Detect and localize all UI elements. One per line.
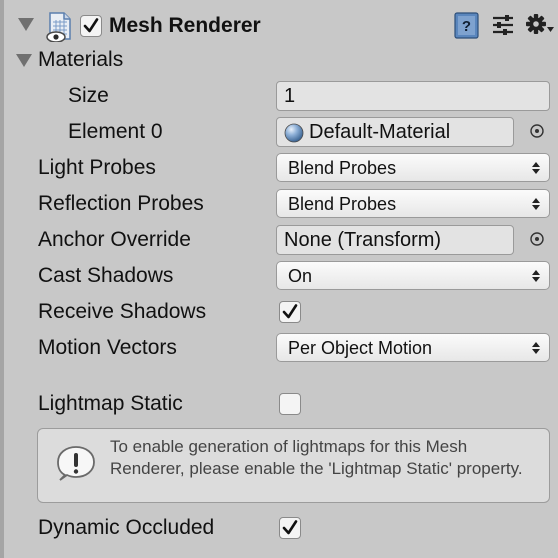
help-book-icon[interactable]: ? xyxy=(454,12,479,39)
svg-text:?: ? xyxy=(462,18,471,35)
light-probes-dropdown[interactable]: Blend Probes xyxy=(276,153,550,182)
element-0-label: Element 0 xyxy=(68,120,163,143)
light-probes-value: Blend Probes xyxy=(288,158,397,178)
anchor-override-label: Anchor Override xyxy=(38,228,191,251)
anchor-override-object-picker-icon[interactable] xyxy=(529,231,545,247)
anchor-override-object-field[interactable]: None (Transform) xyxy=(276,225,514,255)
lightmap-static-label: Lightmap Static xyxy=(38,392,183,415)
dynamic-occluded-label: Dynamic Occluded xyxy=(38,516,215,539)
reflection-probes-dropdown[interactable]: Blend Probes xyxy=(276,189,550,218)
cast-shadows-label: Cast Shadows xyxy=(38,264,174,287)
light-probes-label: Light Probes xyxy=(38,156,156,179)
element-0-object-field[interactable]: Default-Material xyxy=(276,117,514,147)
cast-shadows-value: On xyxy=(288,266,313,286)
lightmap-help-box: To enable generation of lightmaps for th… xyxy=(37,428,550,503)
element-0-value: Default-Material xyxy=(309,121,451,143)
lightmap-static-checkbox[interactable] xyxy=(279,393,301,415)
dropdown-arrows-icon xyxy=(532,162,540,174)
inspector-left-edge xyxy=(0,0,4,558)
materials-size-input[interactable]: 1 xyxy=(276,81,550,111)
component-foldout-triangle-icon[interactable] xyxy=(18,18,34,31)
cast-shadows-dropdown[interactable]: On xyxy=(276,261,550,290)
size-label: Size xyxy=(68,84,109,107)
dropdown-arrows-icon xyxy=(532,270,540,282)
mesh-renderer-icon xyxy=(44,10,74,43)
reflection-probes-value: Blend Probes xyxy=(288,194,397,214)
dropdown-arrows-icon xyxy=(532,342,540,354)
motion-vectors-label: Motion Vectors xyxy=(38,336,177,359)
component-title: Mesh Renderer xyxy=(109,14,261,37)
gear-icon[interactable] xyxy=(525,11,555,39)
reflection-probes-label: Reflection Probes xyxy=(38,192,204,215)
element-0-object-picker-icon[interactable] xyxy=(529,123,545,139)
motion-vectors-value: Per Object Motion xyxy=(288,338,433,358)
motion-vectors-dropdown[interactable]: Per Object Motion xyxy=(276,333,550,362)
component-enabled-checkbox[interactable] xyxy=(80,15,102,37)
dynamic-occluded-checkbox[interactable] xyxy=(279,517,301,539)
lightmap-help-text: To enable generation of lightmaps for th… xyxy=(110,437,523,478)
receive-shadows-label: Receive Shadows xyxy=(38,300,207,323)
receive-shadows-checkbox[interactable] xyxy=(279,301,301,323)
presets-icon[interactable] xyxy=(491,13,515,37)
material-sphere-icon xyxy=(284,123,304,143)
materials-foldout-triangle-icon[interactable] xyxy=(16,54,32,67)
materials-label[interactable]: Materials xyxy=(38,47,123,73)
dropdown-arrows-icon xyxy=(532,198,540,210)
info-exclamation-icon xyxy=(57,445,95,483)
